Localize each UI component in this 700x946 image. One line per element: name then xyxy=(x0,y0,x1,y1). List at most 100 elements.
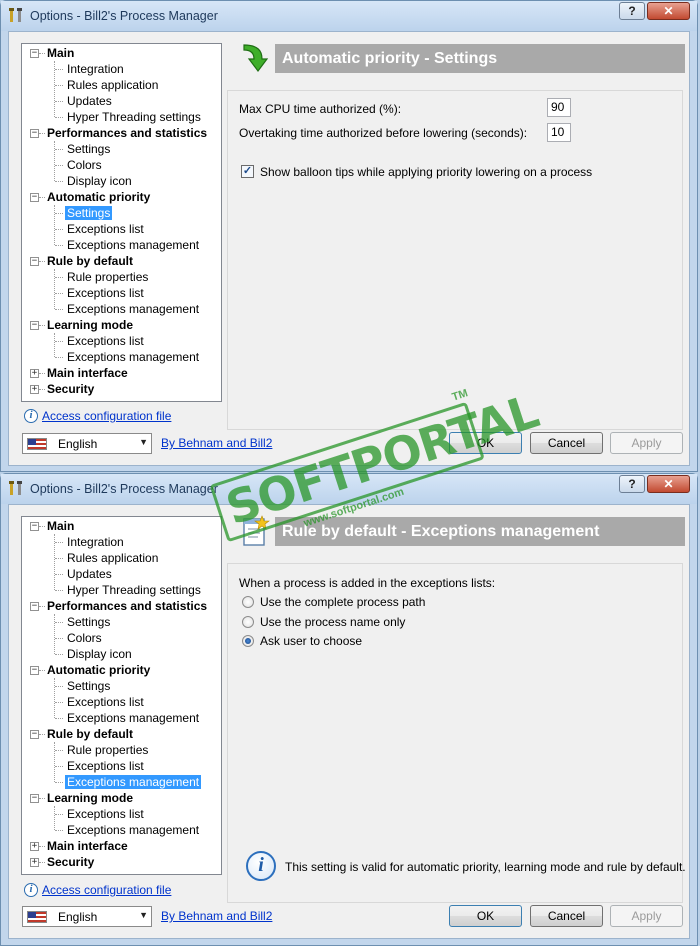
tree-item[interactable]: Exceptions list xyxy=(67,695,144,709)
tree-item[interactable]: Exceptions management xyxy=(67,302,199,316)
tree-item[interactable]: Settings xyxy=(67,615,110,629)
tree-connector xyxy=(55,782,63,783)
tree-category[interactable]: Main xyxy=(47,519,74,533)
options-tree[interactable]: − Main Integration Rules application Updates… xyxy=(21,43,222,402)
tree-expander-icon[interactable]: + xyxy=(30,858,39,867)
tree-item[interactable]: Rules application xyxy=(67,78,158,92)
radio-ask-user[interactable] xyxy=(242,635,254,647)
tree-category[interactable]: Learning mode xyxy=(47,318,133,332)
tree-item[interactable]: Settings xyxy=(67,679,110,693)
tree-category[interactable]: Performances and statistics xyxy=(47,126,207,140)
tree-category[interactable]: Security xyxy=(47,382,94,396)
apply-button[interactable]: Apply xyxy=(610,432,683,454)
language-value: English xyxy=(58,437,98,451)
tree-item[interactable]: Rules application xyxy=(67,551,158,565)
tree-item[interactable]: Hyper Threading settings xyxy=(67,110,201,124)
tree-item[interactable]: Exceptions list xyxy=(67,222,144,236)
balloon-tips-checkbox[interactable]: ✓ xyxy=(241,165,254,178)
title-bar[interactable]: Options - Bill2's Process Manager ? ✕ xyxy=(1,474,697,504)
tree-expander-icon[interactable]: − xyxy=(30,730,39,739)
tree-item[interactable]: Exceptions list xyxy=(67,759,144,773)
tree-item[interactable]: Settings xyxy=(65,206,113,220)
tree-item[interactable]: Colors xyxy=(67,631,102,645)
app-tools-icon xyxy=(9,481,22,495)
tree-expander-icon[interactable]: + xyxy=(30,842,39,851)
options-tree[interactable]: − Main Integration Rules application Updates… xyxy=(21,516,222,875)
tree-connector xyxy=(55,814,63,815)
title-bar[interactable]: Options - Bill2's Process Manager ? ✕ xyxy=(1,1,697,31)
tree-item[interactable]: Colors xyxy=(67,158,102,172)
tree-item[interactable]: Display icon xyxy=(67,174,132,188)
language-select[interactable]: English ▼ xyxy=(22,906,152,927)
client-area: − Main Integration Rules application Updates… xyxy=(8,504,690,939)
tree-category[interactable]: Rule by default xyxy=(47,727,133,741)
radio-process-name[interactable] xyxy=(242,616,254,628)
apply-button[interactable]: Apply xyxy=(610,905,683,927)
access-config-link[interactable]: Access configuration file xyxy=(42,409,171,423)
tree-expander-icon[interactable]: + xyxy=(30,385,39,394)
author-link[interactable]: By Behnam and Bill2 xyxy=(161,436,272,450)
tree-item[interactable]: Integration xyxy=(67,535,124,549)
language-select[interactable]: English ▼ xyxy=(22,433,152,454)
tree-item[interactable]: Exceptions management xyxy=(67,238,199,252)
tree-connector xyxy=(54,614,55,654)
tree-category[interactable]: Security xyxy=(47,855,94,869)
tree-category[interactable]: Performances and statistics xyxy=(47,599,207,613)
tree-expander-icon[interactable]: + xyxy=(30,369,39,378)
help-button[interactable]: ? xyxy=(619,2,645,20)
options-window-1: Options - Bill2's Process Manager ? ✕ − M… xyxy=(0,0,698,472)
tree-item[interactable]: Exceptions management xyxy=(65,775,202,789)
ok-button[interactable]: OK xyxy=(449,905,522,927)
tree-connector xyxy=(55,85,63,86)
access-config-link[interactable]: Access configuration file xyxy=(42,883,171,897)
tree-expander-icon[interactable]: − xyxy=(30,321,39,330)
tree-item[interactable]: Settings xyxy=(67,142,110,156)
tree-connector xyxy=(55,213,63,214)
max-cpu-input[interactable]: 90 xyxy=(547,98,571,117)
tree-expander-icon[interactable]: − xyxy=(30,602,39,611)
tree-item[interactable]: Exceptions list xyxy=(67,286,144,300)
tree-item[interactable]: Exceptions management xyxy=(67,823,199,837)
tree-connector xyxy=(54,269,55,309)
tree-connector xyxy=(55,622,63,623)
tree-item[interactable]: Exceptions management xyxy=(67,711,199,725)
tree-item[interactable]: Updates xyxy=(67,94,112,108)
overtaking-time-input[interactable]: 10 xyxy=(547,123,571,142)
dropdown-arrow-icon: ▼ xyxy=(139,437,148,447)
tree-category[interactable]: Learning mode xyxy=(47,791,133,805)
help-icon: ? xyxy=(628,4,636,18)
tree-expander-icon[interactable]: − xyxy=(30,257,39,266)
tree-expander-icon[interactable]: − xyxy=(30,129,39,138)
tree-expander-icon[interactable]: − xyxy=(30,522,39,531)
tree-item[interactable]: Exceptions list xyxy=(67,334,144,348)
close-button[interactable]: ✕ xyxy=(647,2,690,20)
tree-item[interactable]: Exceptions list xyxy=(67,807,144,821)
cancel-button[interactable]: Cancel xyxy=(530,432,603,454)
tree-category[interactable]: Rule by default xyxy=(47,254,133,268)
tree-expander-icon[interactable]: − xyxy=(30,666,39,675)
tree-item[interactable]: Rule properties xyxy=(67,743,148,757)
tree-item[interactable]: Integration xyxy=(67,62,124,76)
radio-complete-path[interactable] xyxy=(242,596,254,608)
ok-button[interactable]: OK xyxy=(449,432,522,454)
tree-category[interactable]: Main xyxy=(47,46,74,60)
author-link[interactable]: By Behnam and Bill2 xyxy=(161,909,272,923)
help-button[interactable]: ? xyxy=(619,475,645,493)
tree-expander-icon[interactable]: − xyxy=(30,193,39,202)
tree-category[interactable]: Automatic priority xyxy=(47,663,150,677)
tree-category[interactable]: Main interface xyxy=(47,366,128,380)
close-button[interactable]: ✕ xyxy=(647,475,690,493)
tree-connector xyxy=(55,718,63,719)
tree-connector xyxy=(55,590,63,591)
cancel-button[interactable]: Cancel xyxy=(530,905,603,927)
tree-category[interactable]: Automatic priority xyxy=(47,190,150,204)
tree-expander-icon[interactable]: − xyxy=(30,794,39,803)
tree-item[interactable]: Rule properties xyxy=(67,270,148,284)
tree-expander-icon[interactable]: − xyxy=(30,49,39,58)
tree-item[interactable]: Exceptions management xyxy=(67,350,199,364)
tree-item[interactable]: Display icon xyxy=(67,647,132,661)
tree-item[interactable]: Updates xyxy=(67,567,112,581)
tree-category[interactable]: Main interface xyxy=(47,839,128,853)
us-flag-icon xyxy=(27,438,47,450)
tree-item[interactable]: Hyper Threading settings xyxy=(67,583,201,597)
